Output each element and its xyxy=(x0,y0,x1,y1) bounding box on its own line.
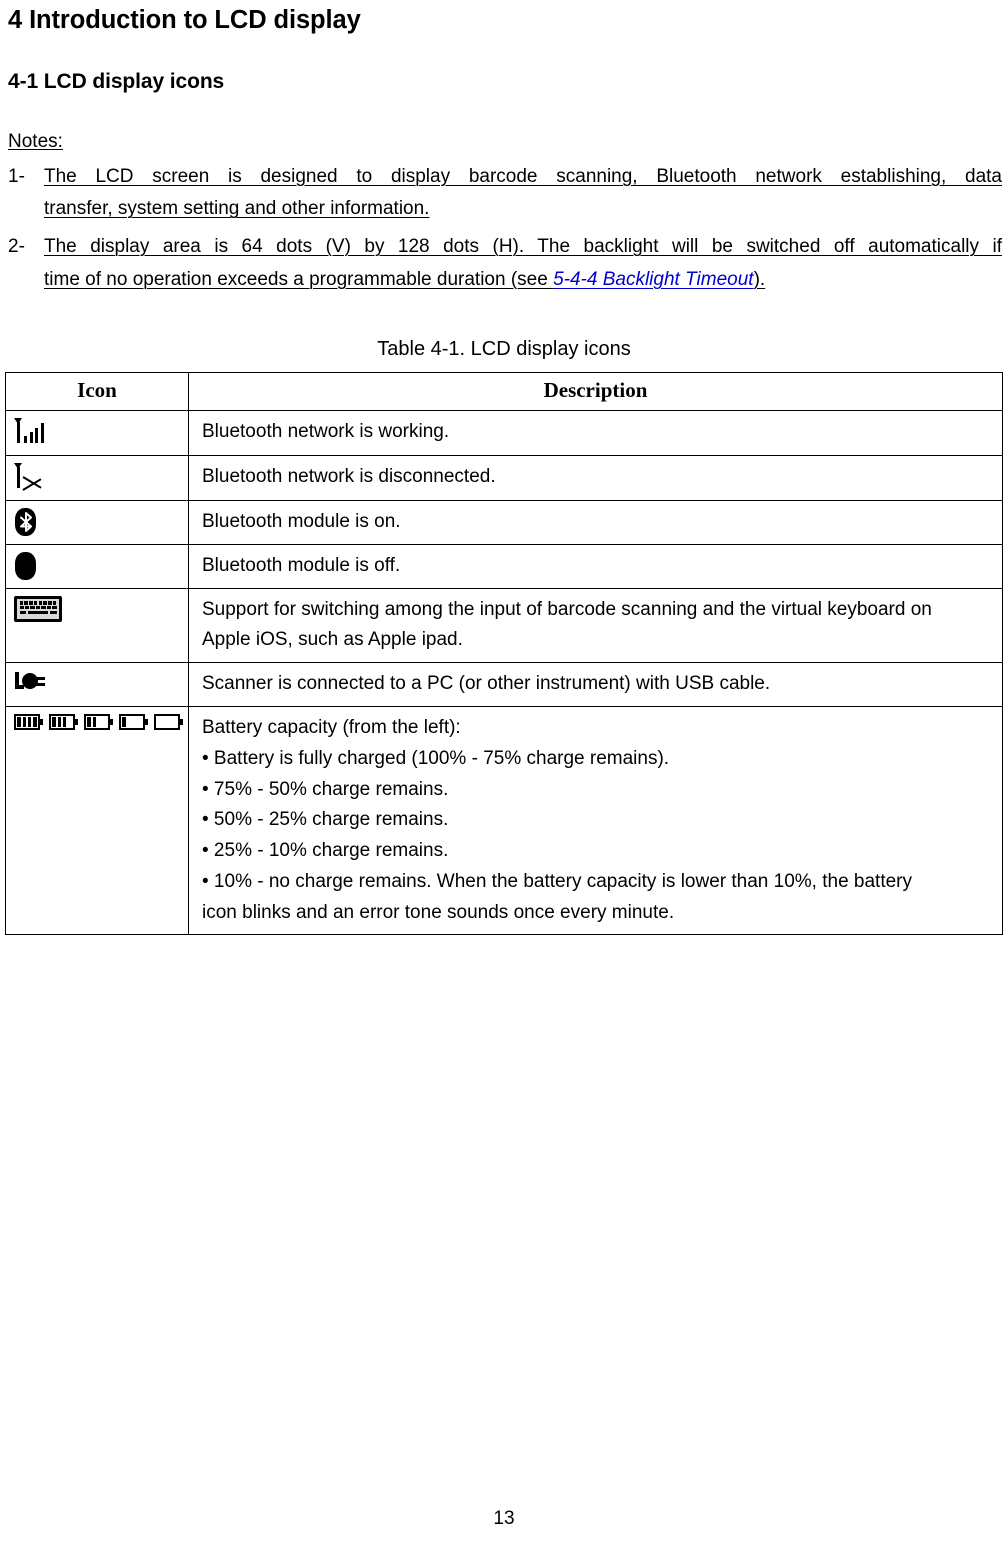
note-number: 2- xyxy=(8,235,25,257)
description-line: Apple iOS, such as Apple ipad. xyxy=(202,629,463,651)
description-cell: Bluetooth module is on. xyxy=(188,500,1003,545)
description-cell: Bluetooth module is off. xyxy=(188,543,1003,589)
description-line: Bluetooth module is on. xyxy=(202,511,401,533)
table-row: Bluetooth module is off. xyxy=(5,543,1003,589)
note-line-1: The display area is 64 dots (V) by 128 d… xyxy=(44,235,1002,257)
icon-cell xyxy=(5,662,189,708)
note-line-1: The LCD screen is designed to display ba… xyxy=(44,165,1002,187)
virtual-keyboard-icon xyxy=(14,595,62,622)
icon-cell xyxy=(5,410,189,457)
icon-cell xyxy=(5,706,189,936)
bluetooth-signal-working-icon xyxy=(14,418,48,448)
note-item-1: 1- The LCD screen is designed to display… xyxy=(8,161,1002,226)
icon-cell xyxy=(5,500,189,545)
description-line: Scanner is connected to a PC (or other i… xyxy=(202,673,771,695)
page-number: 13 xyxy=(493,1508,515,1529)
note-line-2-tail: ). xyxy=(753,268,766,290)
note-line-2-text: time of no operation exceeds a programma… xyxy=(44,268,554,290)
table-row: Support for switching among the input of… xyxy=(5,587,1003,664)
document-page: 4 Introduction to LCD display 4-1 LCD di… xyxy=(0,0,1008,1560)
description-cell: Bluetooth network is working. xyxy=(188,410,1003,457)
bluetooth-module-on-icon xyxy=(14,508,38,537)
bluetooth-module-off-icon xyxy=(14,551,38,580)
note-text: The LCD screen is designed to display ba… xyxy=(44,161,1002,226)
table-row: Battery capacity (from the left): • Batt… xyxy=(5,706,1003,936)
battery-100-75-icon xyxy=(14,714,43,731)
description-line: • 75% - 50% charge remains. xyxy=(202,778,449,800)
usb-plug-icon xyxy=(14,670,48,692)
note-number: 1- xyxy=(8,165,25,187)
cross-reference-link[interactable]: 5-4-4 Backlight Timeout xyxy=(553,269,753,290)
table-row: Bluetooth network is working. xyxy=(5,410,1003,457)
icon-cell xyxy=(5,455,189,502)
note-text: The display area is 64 dots (V) by 128 d… xyxy=(44,231,1002,296)
note-item-2: 2- The display area is 64 dots (V) by 12… xyxy=(8,231,1002,296)
description-line: icon blinks and an error tone sounds onc… xyxy=(202,901,675,923)
description-cell: Battery capacity (from the left): • Batt… xyxy=(188,706,1003,936)
lcd-display-icons-table: Icon Description Bluetooth network is wo… xyxy=(5,371,1003,936)
description-line: • 50% - 25% charge remains. xyxy=(202,809,449,831)
battery-75-50-icon xyxy=(49,714,78,731)
description-cell: Bluetooth network is disconnected. xyxy=(188,455,1003,502)
description-line: Bluetooth network is working. xyxy=(202,421,450,443)
table-header-row: Icon Description xyxy=(5,371,1003,412)
chapter-heading: 4 Introduction to LCD display xyxy=(8,6,361,34)
description-line: Support for switching among the input of… xyxy=(202,598,932,620)
icon-cell xyxy=(5,587,189,664)
note-line-2: time of no operation exceeds a programma… xyxy=(44,264,765,297)
description-line: Battery capacity (from the left): xyxy=(202,717,461,739)
description-line: Bluetooth network is disconnected. xyxy=(202,466,496,488)
section-heading: 4-1 LCD display icons xyxy=(8,70,225,93)
table-row: Bluetooth module is on. xyxy=(5,500,1003,545)
description-line: • 10% - no charge remains. When the batt… xyxy=(202,870,913,892)
battery-50-25-icon xyxy=(84,714,113,731)
notes-block: Notes: 1- The LCD screen is designed to … xyxy=(8,128,1002,296)
description-cell: Support for switching among the input of… xyxy=(188,587,1003,664)
column-header-description: Description xyxy=(188,371,1003,412)
table-row: Scanner is connected to a PC (or other i… xyxy=(5,662,1003,708)
battery-empty-icon xyxy=(154,714,183,731)
battery-capacity-icons xyxy=(14,714,188,731)
description-line: Bluetooth module is off. xyxy=(202,554,401,576)
description-line: • 25% - 10% charge remains. xyxy=(202,840,449,862)
description-cell: Scanner is connected to a PC (or other i… xyxy=(188,662,1003,708)
column-header-icon: Icon xyxy=(5,371,189,412)
table-row: Bluetooth network is disconnected. xyxy=(5,455,1003,502)
description-line: • Battery is fully charged (100% - 75% c… xyxy=(202,747,670,769)
table-caption: Table 4-1. LCD display icons xyxy=(377,338,631,360)
bluetooth-signal-disconnected-icon xyxy=(14,463,48,493)
battery-25-10-icon xyxy=(119,714,148,731)
note-line-2: transfer, system setting and other infor… xyxy=(44,198,430,220)
notes-label: Notes: xyxy=(8,131,63,152)
icon-cell xyxy=(5,543,189,589)
